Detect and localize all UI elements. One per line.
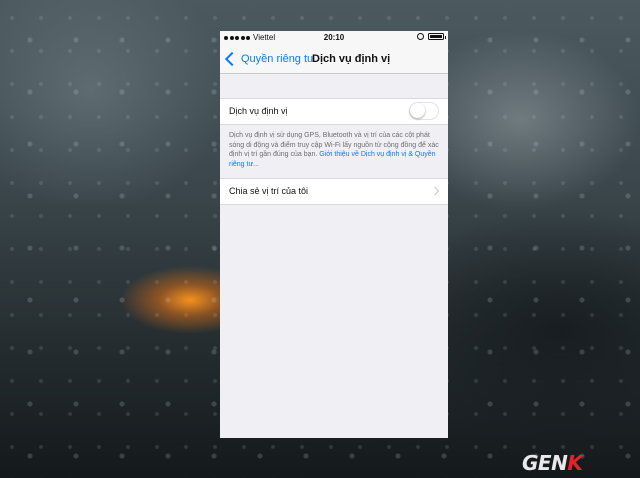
location-services-row: Dịch vụ định vị: [220, 98, 448, 125]
status-right: [417, 33, 446, 40]
genk-logo: GENK: [522, 451, 583, 475]
logo-text: GEN: [522, 451, 568, 475]
location-services-footer: Dịch vụ định vị sử dụng GPS, Bluetooth v…: [220, 125, 448, 178]
share-my-location-label: Chia sẻ vị trí của tôi: [229, 186, 309, 196]
back-button[interactable]: Quyền riêng tư: [224, 45, 314, 73]
location-services-label: Dịch vụ định vị: [229, 106, 288, 116]
phone-screen: Viettel 20:10 Quyền riêng tư Dịch vụ địn…: [220, 31, 448, 438]
battery-fill: [430, 35, 442, 38]
page-title: Dịch vụ định vị: [312, 53, 391, 65]
location-services-toggle[interactable]: [409, 102, 439, 120]
rotation-lock-icon: [417, 33, 424, 40]
status-time: 20:10: [323, 33, 345, 42]
chevron-left-icon: [224, 51, 240, 67]
battery-icon: [428, 33, 446, 40]
navigation-bar: Quyền riêng tư Dịch vụ định vị: [220, 45, 448, 74]
toggle-knob: [410, 103, 425, 118]
back-button-label: Quyền riêng tư: [241, 53, 315, 65]
logo-accent-letter: K: [567, 451, 583, 475]
share-my-location-row[interactable]: Chia sẻ vị trí của tôi: [220, 178, 448, 205]
chevron-right-icon: [430, 186, 440, 196]
status-bar: Viettel 20:10: [220, 31, 448, 45]
